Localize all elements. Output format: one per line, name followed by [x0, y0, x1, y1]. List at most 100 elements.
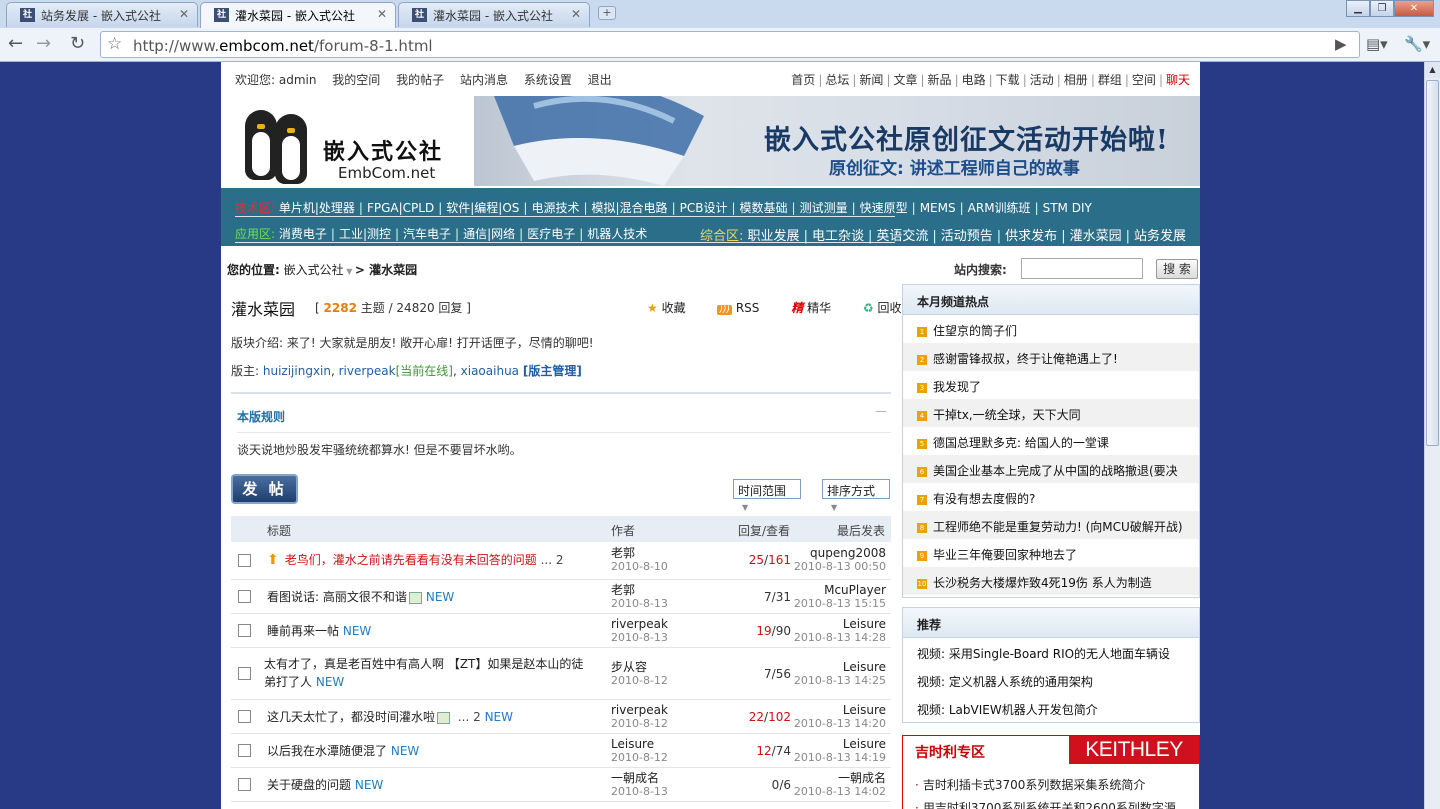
tab-1[interactable]: 社 站务发展 - 嵌入式公社 ✕: [6, 2, 198, 27]
scroll-up-icon[interactable]: ▲: [1425, 62, 1440, 78]
thread-title[interactable]: 关于硬盘的问题 NEW: [267, 776, 607, 794]
link-logout[interactable]: 退出: [588, 73, 612, 87]
sort-select[interactable]: 排序方式▼: [822, 479, 890, 512]
cat-link[interactable]: 供求发布: [1005, 229, 1057, 244]
thread-title[interactable]: 睡前再来一帖 NEW: [267, 622, 607, 640]
collapse-icon[interactable]: —: [875, 404, 887, 418]
search-button[interactable]: 搜 索: [1156, 259, 1198, 279]
thread-title[interactable]: ⬆ 老鸟们，灌水之前请先看看有没有未回答的问题 ... 2: [267, 551, 607, 569]
moderator-link[interactable]: huizijingxin: [263, 364, 331, 378]
hot-topic-item[interactable]: 10 长沙税务大楼爆炸致4死19伤 系人为制造: [903, 567, 1199, 595]
nav-news[interactable]: 新闻: [859, 73, 883, 87]
link-settings[interactable]: 系统设置: [524, 73, 572, 87]
keithley-item[interactable]: · 用吉时利3700系列系统开关和2600系列数字源: [915, 799, 1176, 809]
maximize-button[interactable]: ❐: [1370, 0, 1394, 17]
new-tab-button[interactable]: +: [598, 6, 616, 20]
cat-link[interactable]: 电工杂谈: [812, 229, 864, 244]
close-icon[interactable]: ✕: [179, 7, 189, 21]
nav-circuits[interactable]: 电路: [962, 73, 986, 87]
cat-link[interactable]: 工业|测控: [339, 227, 391, 241]
forward-arrow-icon[interactable]: →: [36, 34, 51, 54]
thread-title[interactable]: 看图说话: 高丽文很不和谐 NEW: [267, 588, 607, 606]
cat-link[interactable]: 机器人技术: [587, 227, 647, 241]
thread-author[interactable]: 老郭 2010-8-10: [611, 546, 668, 574]
col-title[interactable]: 标题: [267, 522, 291, 539]
hot-topic-item[interactable]: 5 德国总理默多克: 给国人的一堂课: [903, 427, 1199, 455]
digest-link[interactable]: 精 精华: [791, 301, 845, 315]
cat-link[interactable]: 汽车电子: [403, 227, 451, 241]
favorite-link[interactable]: ★ 收藏: [647, 301, 700, 315]
promo-banner[interactable]: 嵌入式公社原创征文活动开始啦! 原创征文: 讲述工程师自己的故事: [474, 96, 1200, 186]
search-input[interactable]: [1021, 258, 1143, 279]
cat-link[interactable]: 活动预告: [941, 229, 993, 244]
link-messages[interactable]: 站内消息: [460, 73, 508, 87]
close-icon[interactable]: ✕: [377, 7, 387, 21]
cat-link[interactable]: 职业发展: [748, 229, 800, 244]
last-post[interactable]: 一朝成名 2010-8-13 14:02: [794, 771, 886, 799]
star-icon[interactable]: ☆: [107, 34, 122, 54]
tab-2[interactable]: 社 灌水菜园 - 嵌入式公社 ✕: [200, 2, 396, 28]
hot-topic-item[interactable]: 9 毕业三年俺要回家种地去了: [903, 539, 1199, 567]
row-checkbox[interactable]: [238, 590, 251, 603]
hot-topic-item[interactable]: 7 有没有想去度假的?: [903, 483, 1199, 511]
last-post[interactable]: qupeng2008 2010-8-13 00:50: [794, 546, 886, 574]
thread-author[interactable]: Leisure 2010-8-12: [611, 737, 668, 765]
cat-link[interactable]: 站务发展: [1134, 229, 1186, 244]
cat-link[interactable]: STM DIY: [1043, 201, 1092, 215]
hot-topic-item[interactable]: 8 工程师绝不能是重复劳动力! (向MCU破解开战): [903, 511, 1199, 539]
cat-link[interactable]: 通信|网络: [463, 227, 515, 241]
moderator-link[interactable]: riverpeak: [339, 364, 396, 378]
time-range-select[interactable]: 时间范围▼: [733, 479, 801, 512]
hot-topic-item[interactable]: 2 感谢雷锋叔叔，终于让俺艳遇上了!: [903, 343, 1199, 371]
link-my-posts[interactable]: 我的帖子: [396, 73, 444, 87]
cat-link[interactable]: 消费电子: [279, 227, 327, 241]
thread-title[interactable]: 太有才了，真是老百姓中有高人啊 【ZT】如果是赵本山的徒弟打了人 NEW: [264, 655, 594, 691]
row-checkbox[interactable]: [238, 667, 251, 680]
thread-author[interactable]: 老郭 2010-8-13: [611, 583, 668, 611]
recommend-item[interactable]: 视频: 定义机器人系统的通用架构: [903, 666, 1199, 694]
scroll-thumb[interactable]: [1426, 80, 1439, 446]
thread-title[interactable]: 这几天太忙了，都没时间灌水啦 ... 2 NEW: [267, 708, 607, 726]
site-logo[interactable]: 嵌入式公社 EmbCom.net: [235, 102, 475, 184]
nav-albums[interactable]: 相册: [1064, 73, 1088, 87]
page-menu-icon[interactable]: ▤▾: [1366, 35, 1388, 53]
nav-space[interactable]: 空间: [1132, 73, 1156, 87]
hot-topic-item[interactable]: 4 干掉tx,一统全球，天下大同: [903, 399, 1199, 427]
row-checkbox[interactable]: [238, 554, 251, 567]
nav-articles[interactable]: 文章: [893, 73, 917, 87]
col-replies[interactable]: 回复/查看: [738, 522, 790, 539]
col-author[interactable]: 作者: [611, 522, 635, 539]
window-close-button[interactable]: ✕: [1394, 0, 1434, 17]
rss-link[interactable]: ))) RSS: [717, 301, 773, 315]
cat-link[interactable]: 灌水菜园: [1070, 229, 1122, 244]
nav-products[interactable]: 新品: [928, 73, 952, 87]
cat-link[interactable]: FPGA|CPLD: [367, 201, 434, 215]
keithley-logo[interactable]: KEITHLEY: [1069, 736, 1199, 764]
cat-link[interactable]: 快速原型: [860, 201, 908, 215]
cat-link[interactable]: 软件|编程|OS: [446, 201, 519, 215]
nav-groups[interactable]: 群组: [1098, 73, 1122, 87]
row-checkbox[interactable]: [238, 778, 251, 791]
nav-forum[interactable]: 总坛: [825, 73, 849, 87]
play-icon[interactable]: ▶: [1335, 35, 1347, 53]
thread-author[interactable]: 一朝成名 2010-8-13: [611, 771, 668, 799]
link-my-space[interactable]: 我的空间: [332, 73, 380, 87]
row-checkbox[interactable]: [238, 744, 251, 757]
last-post[interactable]: Leisure 2010-8-13 14:19: [794, 737, 886, 765]
cat-link[interactable]: MEMS: [920, 201, 956, 215]
new-post-button[interactable]: 发 帖: [231, 474, 298, 504]
recommend-item[interactable]: 视频: 采用Single-Board RIO的无人地面车辆设: [903, 638, 1199, 666]
last-post[interactable]: Leisure 2010-8-13 14:28: [794, 617, 886, 645]
back-arrow-icon[interactable]: ←: [8, 34, 23, 54]
hot-topic-item[interactable]: 6 美国企业基本上完成了从中国的战略撤退(要决: [903, 455, 1199, 483]
page-scrollbar[interactable]: ▲: [1424, 62, 1440, 809]
thread-author[interactable]: 步从容 2010-8-12: [611, 660, 668, 688]
cat-link[interactable]: 医疗电子: [527, 227, 575, 241]
reload-icon[interactable]: ↻: [70, 34, 85, 54]
wrench-icon[interactable]: 🔧▾: [1404, 35, 1430, 53]
nav-chat[interactable]: 聊天: [1166, 73, 1190, 87]
thread-author[interactable]: riverpeak 2010-8-13: [611, 617, 668, 645]
thread-title[interactable]: 以后我在水潭随便混了 NEW: [267, 742, 607, 760]
minimize-button[interactable]: ▁: [1346, 0, 1370, 17]
row-checkbox[interactable]: [238, 624, 251, 637]
